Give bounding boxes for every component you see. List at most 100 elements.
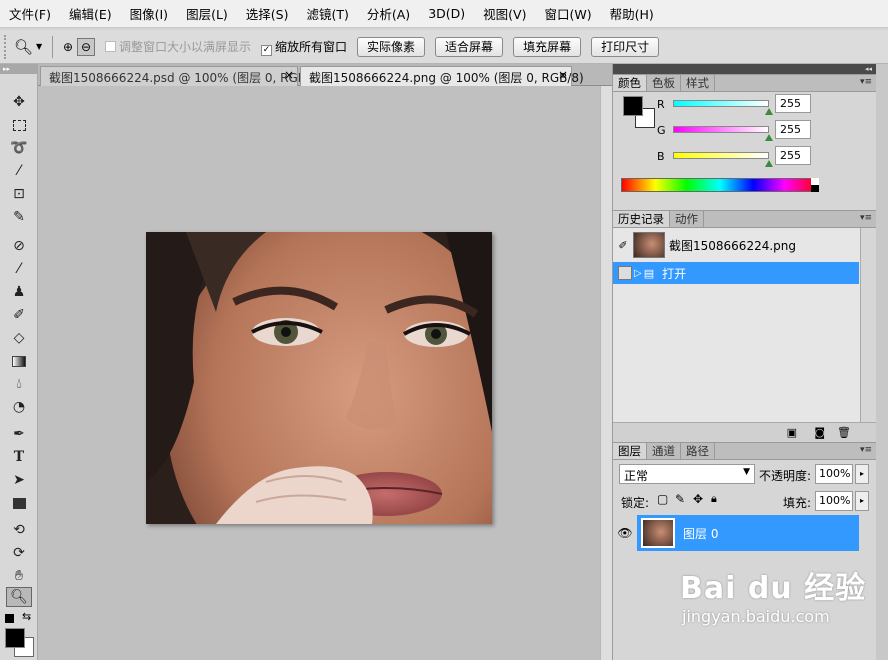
lock-transparent-icon[interactable]: ▢	[657, 492, 668, 506]
close-tab-png-icon[interactable]: ×	[558, 68, 568, 82]
crop-tool-icon[interactable]: ⊡	[6, 184, 32, 204]
shape-tool-icon[interactable]	[6, 493, 32, 513]
opacity-slider-button[interactable]: ▸	[855, 464, 869, 484]
move-tool-icon[interactable]: ✥	[6, 92, 32, 112]
snapshot-brush-icon[interactable]: ✐	[613, 239, 633, 252]
history-snapshot-row[interactable]: ✐ 截图1508666224.png	[613, 230, 859, 260]
path-selection-tool-icon[interactable]: ➤	[6, 470, 32, 490]
canvas-vertical-scrollbar[interactable]	[600, 86, 612, 660]
blur-tool-icon[interactable]: 💧︎	[6, 374, 32, 394]
history-brush-tool-icon[interactable]: ✐	[6, 305, 32, 325]
r-value-field[interactable]: 255	[775, 94, 811, 113]
delete-state-icon[interactable]: 🗑︎	[837, 426, 851, 439]
g-value-field[interactable]: 255	[775, 120, 811, 139]
menu-view[interactable]: 视图(V)	[474, 4, 535, 23]
3d-orbit-tool-icon[interactable]: ⟳	[6, 543, 32, 563]
dodge-tool-icon[interactable]: ◔	[6, 397, 32, 417]
b-slider-knob[interactable]	[765, 160, 773, 167]
zoom-tool-preset-icon[interactable]: 🔍︎ ▼	[10, 35, 46, 59]
new-snapshot-icon[interactable]: ◙	[814, 426, 825, 439]
fill-slider-button[interactable]: ▸	[855, 491, 869, 511]
eraser-tool-icon[interactable]: ◇	[6, 328, 32, 348]
tab-history[interactable]: 历史记录	[613, 211, 670, 227]
lock-label: 锁定:	[621, 496, 650, 510]
foreground-color-swatch[interactable]	[5, 628, 25, 648]
b-slider[interactable]	[673, 152, 769, 159]
menu-window[interactable]: 窗口(W)	[535, 4, 600, 23]
tab-psd-document[interactable]: 截图1508666224.psd @ 100% (图层 0, RGB...	[40, 66, 317, 86]
close-tab-psd-icon[interactable]: ×	[284, 68, 294, 82]
menu-select[interactable]: 选择(S)	[237, 4, 298, 23]
lock-position-icon[interactable]: ✥	[693, 492, 703, 506]
menu-help[interactable]: 帮助(H)	[601, 4, 663, 23]
resize-windows-label: 调整窗口大小以满屏显示	[119, 40, 252, 54]
marquee-tool-icon[interactable]	[6, 115, 32, 135]
tab-png-document[interactable]: 截图1508666224.png @ 100% (图层 0, RGB/8)	[300, 66, 584, 86]
blend-mode-select[interactable]: 正常 ▼	[619, 464, 755, 484]
menu-file[interactable]: 文件(F)	[0, 4, 60, 23]
fit-screen-button[interactable]: 适合屏幕	[435, 36, 504, 57]
zoom-out-icon[interactable]: ⊖	[77, 37, 95, 56]
zoom-all-windows-checkbox[interactable]: ✓ 缩放所有窗口	[261, 38, 347, 56]
menu-image[interactable]: 图像(I)	[121, 4, 177, 23]
fill-field[interactable]: 100%	[815, 491, 853, 511]
tab-paths[interactable]: 路径	[681, 443, 715, 459]
lock-all-icon[interactable]: 🔒︎	[711, 492, 717, 506]
hand-tool-icon[interactable]: ✋︎	[6, 566, 32, 586]
lasso-tool-icon[interactable]: ➰	[6, 138, 32, 158]
document-image[interactable]	[146, 232, 492, 524]
opacity-field[interactable]: 100%	[815, 464, 853, 484]
zoom-tool-icon[interactable]: 🔍︎	[6, 587, 32, 607]
gradient-tool-icon[interactable]	[6, 351, 32, 371]
history-item-open[interactable]: ▷ ▤ 打开	[613, 262, 859, 284]
menu-analysis[interactable]: 分析(A)	[358, 4, 419, 23]
type-tool-icon[interactable]: T	[6, 447, 32, 467]
clone-stamp-tool-icon[interactable]: ♟	[6, 282, 32, 302]
r-slider-knob[interactable]	[765, 108, 773, 115]
tab-styles[interactable]: 样式	[681, 75, 715, 91]
healing-brush-tool-icon[interactable]: ⊘	[6, 236, 32, 256]
lock-pixels-icon[interactable]: ✎	[675, 492, 685, 506]
menu-layer[interactable]: 图层(L)	[177, 4, 237, 23]
pen-tool-icon[interactable]: ✒	[6, 424, 32, 444]
actual-pixels-button[interactable]: 实际像素	[357, 36, 426, 57]
fill-screen-button[interactable]: 填充屏幕	[513, 36, 582, 57]
menu-3d[interactable]: 3D(D)	[419, 6, 474, 21]
swap-colors-icon[interactable]: ⇆	[22, 610, 31, 623]
brush-tool-icon[interactable]: ⁄	[6, 259, 32, 279]
color-fg-swatch[interactable]	[623, 96, 643, 116]
layer-thumbnail	[641, 518, 675, 548]
resize-windows-checkbox[interactable]: 调整窗口大小以满屏显示	[105, 38, 251, 55]
tab-actions[interactable]: 动作	[670, 211, 704, 227]
new-document-from-state-icon[interactable]: ▣	[787, 426, 797, 439]
tab-layers[interactable]: 图层	[613, 443, 647, 459]
g-slider-knob[interactable]	[765, 134, 773, 141]
tab-swatches[interactable]: 色板	[647, 75, 681, 91]
color-panel-menu-icon[interactable]: ▾≡	[860, 77, 872, 87]
history-panel-menu-icon[interactable]: ▾≡	[860, 213, 872, 223]
document-tabs: 截图1508666224.psd @ 100% (图层 0, RGB... × …	[38, 64, 612, 86]
g-slider[interactable]	[673, 126, 769, 133]
history-panel-tabs: 历史记录 动作 ▾≡	[613, 210, 876, 228]
r-slider[interactable]	[673, 100, 769, 107]
history-state-marker-icon[interactable]: ▷	[634, 268, 642, 279]
layers-panel-menu-icon[interactable]: ▾≡	[860, 445, 872, 455]
tab-channels[interactable]: 通道	[647, 443, 681, 459]
layer-row[interactable]: 👁︎ 图层 0	[613, 515, 859, 551]
default-colors-icon[interactable]	[5, 614, 14, 623]
canvas-area[interactable]	[38, 86, 600, 660]
quick-selection-tool-icon[interactable]: ⁄	[6, 161, 32, 181]
zoom-in-icon[interactable]: ⊕	[59, 38, 77, 56]
history-scrollbar[interactable]	[860, 228, 876, 422]
menu-filter[interactable]: 滤镜(T)	[297, 4, 357, 23]
menu-edit[interactable]: 编辑(E)	[60, 4, 121, 23]
eyedropper-tool-icon[interactable]: ✎	[6, 207, 32, 227]
tab-color[interactable]: 颜色	[613, 75, 647, 91]
print-size-button[interactable]: 打印尺寸	[591, 36, 660, 57]
spectrum-bar[interactable]	[621, 178, 819, 192]
3d-rotate-tool-icon[interactable]: ⟲	[6, 520, 32, 540]
layer-visibility-eye-icon[interactable]: 👁︎	[613, 515, 637, 551]
watermark-brand: Bai du 经验	[680, 571, 867, 606]
spectrum-black-white[interactable]	[811, 178, 819, 192]
b-value-field[interactable]: 255	[775, 146, 811, 165]
